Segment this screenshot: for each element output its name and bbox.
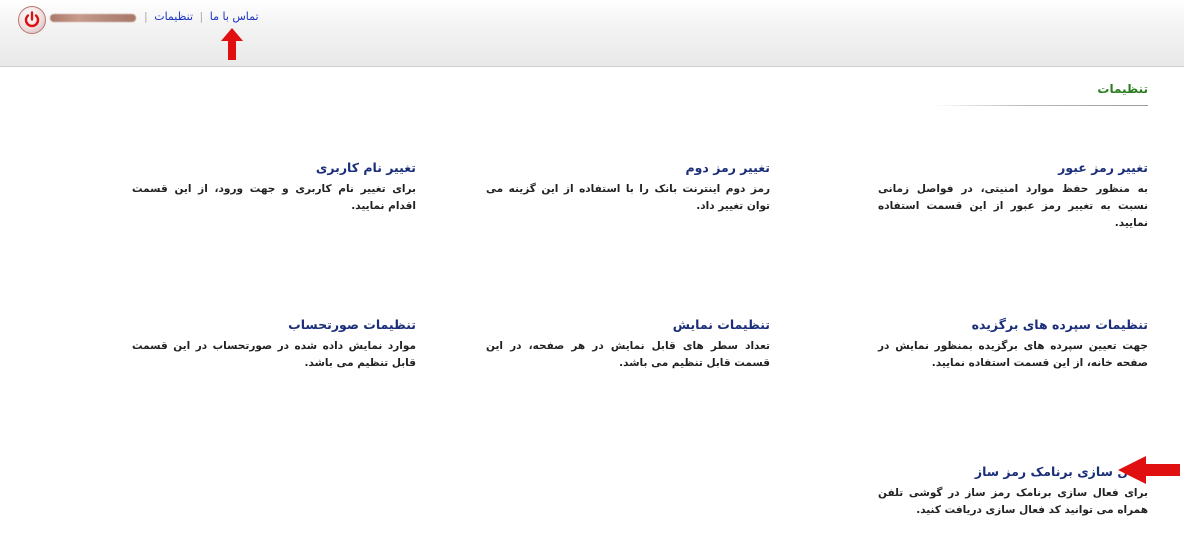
logout-button[interactable]: [18, 6, 46, 34]
card-description: موارد نمایش داده شده در صورتحساب در این …: [132, 340, 416, 369]
card-description: جهت تعیین سپرده های برگزیده بمنظور نمایش…: [878, 340, 1148, 369]
card-title[interactable]: تنظیمات سپرده های برگزیده: [864, 317, 1148, 332]
card-title[interactable]: تغییر رمز دوم: [486, 160, 771, 175]
card-title[interactable]: تنظیمات صورتحساب: [132, 317, 416, 332]
settings-link[interactable]: تنظیمات: [154, 10, 193, 23]
contact-link[interactable]: تماس با ما: [210, 10, 259, 23]
card-description: برای فعال سازی برنامک رمز ساز در گوشی تل…: [878, 487, 1148, 516]
card-change-second-password: تغییر رمز دوم رمز دوم اینترنت بانک را با…: [486, 160, 770, 215]
card-activate-otp-app: فعال سازی برنامک رمز ساز برای فعال سازی …: [864, 464, 1148, 519]
red-up-arrow-icon: [221, 28, 243, 60]
card-description: به منظور حفظ موارد امنیتی، در فواصل زمان…: [878, 183, 1148, 229]
card-change-password: تغییر رمز عبور به منظور حفظ موارد امنیتی…: [864, 160, 1148, 232]
title-divider: [932, 105, 1148, 106]
card-change-username: تغییر نام کاربری برای تغییر نام کاربری و…: [132, 160, 416, 215]
red-left-arrow-icon: [1118, 456, 1180, 484]
card-statement-settings: تنظیمات صورتحساب موارد نمایش داده شده در…: [132, 317, 416, 372]
card-title[interactable]: تنظیمات نمایش: [486, 317, 770, 332]
card-favorite-deposits: تنظیمات سپرده های برگزیده جهت تعیین سپرد…: [864, 317, 1148, 372]
page-title: تنظیمات: [1097, 82, 1148, 96]
card-description: تعداد سطر های قابل نمایش در هر صفحه، در …: [486, 340, 770, 369]
card-title[interactable]: فعال سازی برنامک رمز ساز: [864, 464, 1148, 479]
top-links: | تماس با ما | تنظیمات: [141, 10, 259, 23]
card-title[interactable]: تغییر رمز عبور: [864, 160, 1148, 175]
top-bar: | تماس با ما | تنظیمات: [0, 0, 1184, 67]
separator: |: [199, 10, 204, 23]
card-title[interactable]: تغییر نام کاربری: [132, 160, 416, 175]
card-display-settings: تنظیمات نمایش تعداد سطر های قابل نمایش د…: [486, 317, 770, 372]
separator: |: [144, 10, 148, 23]
card-description: رمز دوم اینترنت بانک را با استفاده از ای…: [486, 183, 770, 212]
username-redacted: [50, 14, 136, 22]
power-icon: [24, 11, 40, 28]
card-description: برای تغییر نام کاربری و جهت ورود، از این…: [132, 183, 416, 212]
